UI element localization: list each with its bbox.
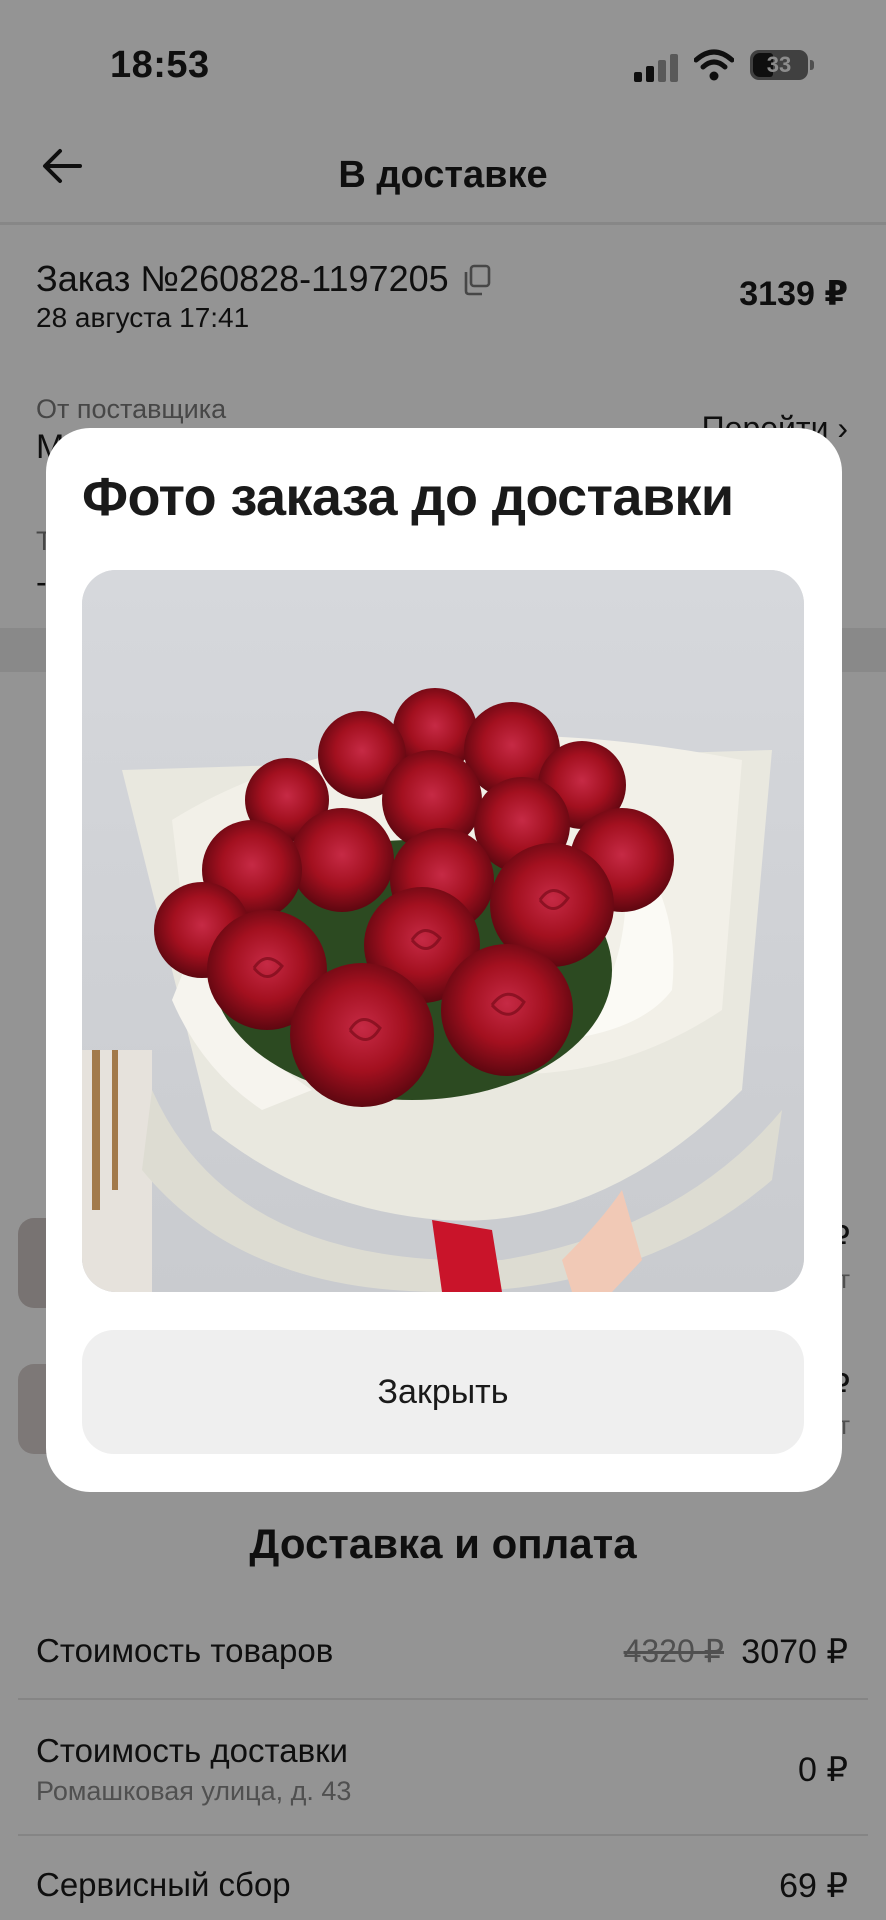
order-photo [82, 570, 804, 1292]
close-button[interactable]: Закрыть [82, 1330, 804, 1454]
modal-title: Фото заказа до доставки [82, 467, 734, 527]
